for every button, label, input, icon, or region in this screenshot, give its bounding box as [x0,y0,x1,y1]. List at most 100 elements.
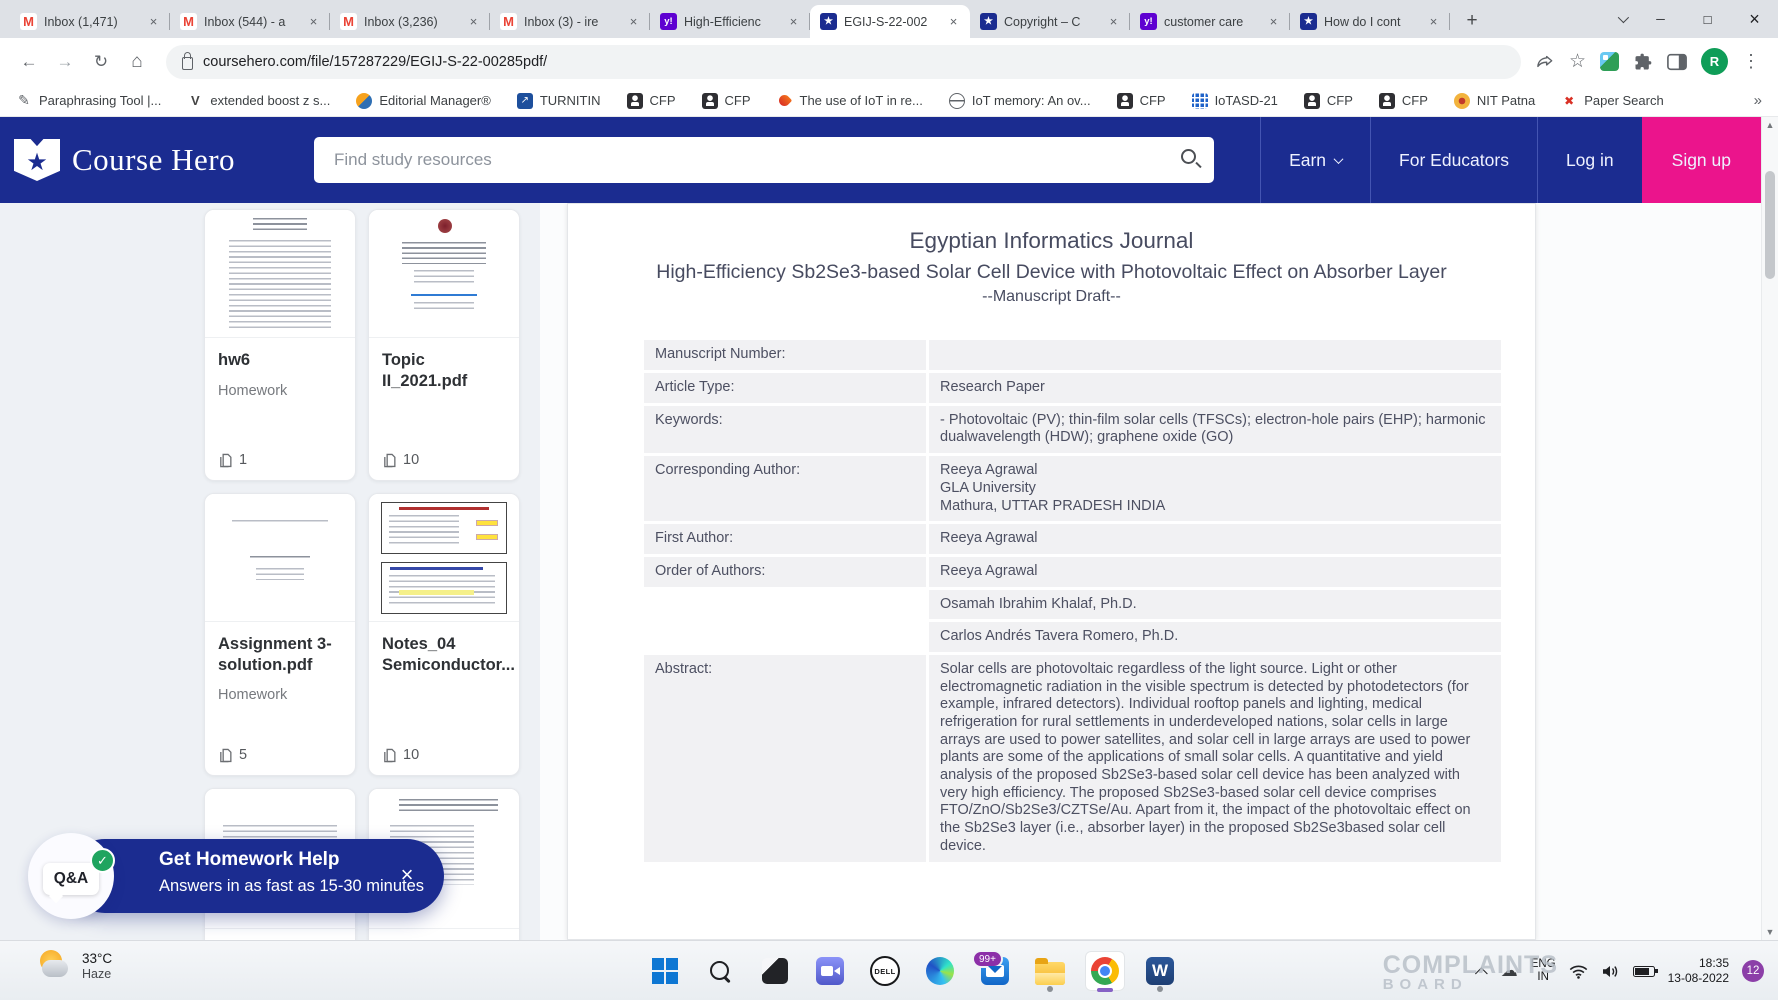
bookmark-extended-boost[interactable]: extended boost z s... [187,93,330,109]
bookmark-iot-memory[interactable]: IoT memory: An ov... [949,93,1091,109]
bookmark-paraphrasing-tool[interactable]: Paraphrasing Tool |... [16,93,161,109]
new-tab-button[interactable] [1458,7,1486,35]
window-maximize-button[interactable] [1684,0,1731,38]
browser-tab-inbox-3[interactable]: Inbox (3) - ire [490,5,650,38]
language-indicator[interactable]: ENG IN [1531,958,1556,984]
coursehero-logo[interactable]: ★ Course Hero [14,139,290,181]
browser-tab-high-efficiency[interactable]: High-Efficienc [650,5,810,38]
document-card-assignment-3[interactable]: Assignment 3-solution.pdf Homework 5 [204,493,356,776]
star-icon: ★ [26,148,48,177]
table-row-first-author: First Author: Reeya Agrawal [644,524,1501,554]
tab-close-icon[interactable] [145,13,162,30]
bookmark-nit-patna[interactable]: NIT Patna [1454,93,1535,109]
home-button[interactable] [122,47,152,77]
tab-close-icon[interactable] [785,13,802,30]
browser-tab-inbox-3236[interactable]: Inbox (3,236) [330,5,490,38]
tab-close-icon[interactable] [1105,13,1122,30]
browser-tab-customer-care[interactable]: customer care [1130,5,1290,38]
editorial-manager-icon [356,93,372,109]
bookmark-cfp-3[interactable]: CFP [1117,93,1166,109]
scrollbar-thumb[interactable] [1765,171,1775,279]
volume-icon[interactable] [1601,964,1620,979]
back-button[interactable] [14,47,44,77]
wifi-icon[interactable] [1569,964,1588,979]
tab-close-icon[interactable] [945,13,962,30]
tab-close-icon[interactable] [1425,13,1442,30]
word-icon: W [1146,957,1174,985]
popup-close-icon[interactable] [394,862,420,888]
search-icon[interactable] [1181,149,1196,164]
tab-close-icon[interactable] [465,13,482,30]
bookmark-cfp-4[interactable]: CFP [1304,93,1353,109]
document-card-hw6[interactable]: hw6 Homework 1 [204,209,356,481]
taskbar-search-button[interactable] [700,951,740,991]
nav-log-in-button[interactable]: Log in [1537,117,1642,203]
page-count: 10 [382,747,419,763]
dell-app-button[interactable]: DELL [865,951,905,991]
document-card-notes-04[interactable]: Notes_04 Semiconductor... 10 [368,493,520,776]
browser-tab-inbox-544[interactable]: Inbox (544) - a [170,5,330,38]
extensions-puzzle-icon[interactable] [1633,52,1653,72]
qa-speech-bubble: Q&A [43,863,99,895]
browser-tab-how-do-i[interactable]: How do I cont [1290,5,1450,38]
side-panel-icon[interactable] [1667,53,1687,71]
qa-label: Q&A [54,870,88,888]
browser-tab-copyright[interactable]: Copyright – C [970,5,1130,38]
bookmark-use-of-iot[interactable]: The use of IoT in re... [777,93,923,109]
clock-widget[interactable]: 18:35 13-08-2022 [1668,956,1729,986]
window-minimize-button[interactable] [1637,0,1684,38]
bookmark-paper-search[interactable]: Paper Search [1561,93,1664,109]
page-scrollbar[interactable] [1761,117,1778,940]
scroll-down-arrow[interactable] [1762,924,1778,940]
scroll-up-arrow[interactable] [1762,117,1778,133]
share-icon[interactable] [1535,52,1555,72]
forward-button[interactable] [50,47,80,77]
reload-button[interactable] [86,47,116,77]
bookmark-cfp-5[interactable]: CFP [1379,93,1428,109]
tab-close-icon[interactable] [625,13,642,30]
bookmark-editorial-manager[interactable]: Editorial Manager® [356,93,490,109]
browser-tab-inbox-1471[interactable]: Inbox (1,471) [10,5,170,38]
teams-button[interactable] [810,951,850,991]
tab-close-icon[interactable] [305,13,322,30]
extension-icon[interactable] [1600,52,1619,71]
nav-for-educators-button[interactable]: For Educators [1370,117,1537,203]
url-text[interactable]: coursehero.com/file/157287229/EGIJ-S-22-… [203,54,547,70]
bookmark-turnitin[interactable]: TURNITIN [517,93,601,109]
manuscript-page: Egyptian Informatics Journal High-Effici… [567,203,1536,940]
tab-close-icon[interactable] [1265,13,1282,30]
task-view-button[interactable] [755,951,795,991]
window-close-button[interactable] [1731,0,1778,38]
onedrive-cloud-icon[interactable] [1501,961,1518,981]
nav-earn-button[interactable]: Earn [1260,117,1370,203]
lock-icon[interactable] [182,57,193,70]
chrome-button[interactable] [1085,951,1125,991]
tab-search-chevron-icon[interactable] [1607,0,1637,38]
thumb-art [438,219,452,233]
mail-button[interactable]: 99+ [975,951,1015,991]
profile-avatar[interactable]: R [1701,48,1728,75]
yahoo-icon [660,13,677,30]
search-input[interactable] [314,137,1214,183]
thumb-art [414,302,474,312]
bookmarks-overflow-icon[interactable] [1754,92,1762,109]
word-button[interactable]: W [1140,951,1180,991]
document-card-topic-ii[interactable]: Topic II_2021.pdf 10 [368,209,520,481]
edge-button[interactable] [920,951,960,991]
notification-badge[interactable]: 12 [1742,960,1764,982]
start-button[interactable] [645,951,685,991]
browser-tab-egij-active[interactable]: EGIJ-S-22-002 [810,5,970,38]
bookmark-star-icon[interactable] [1569,50,1586,73]
menu-kebab-icon[interactable] [1742,51,1760,72]
nav-sign-up-button[interactable]: Sign up [1642,117,1761,203]
bookmark-iotasd[interactable]: IoTASD-21 [1192,93,1278,109]
bookmark-cfp-1[interactable]: CFP [627,93,676,109]
tray-overflow-chevron-icon[interactable] [1475,967,1488,980]
card-title: hw6 [218,350,342,371]
file-explorer-button[interactable] [1030,951,1070,991]
address-bar[interactable]: coursehero.com/file/157287229/EGIJ-S-22-… [166,45,1521,79]
gmail-icon [180,13,197,30]
bookmark-cfp-2[interactable]: CFP [702,93,751,109]
battery-icon[interactable] [1633,966,1655,977]
weather-widget[interactable]: 33°C Haze [38,950,112,982]
